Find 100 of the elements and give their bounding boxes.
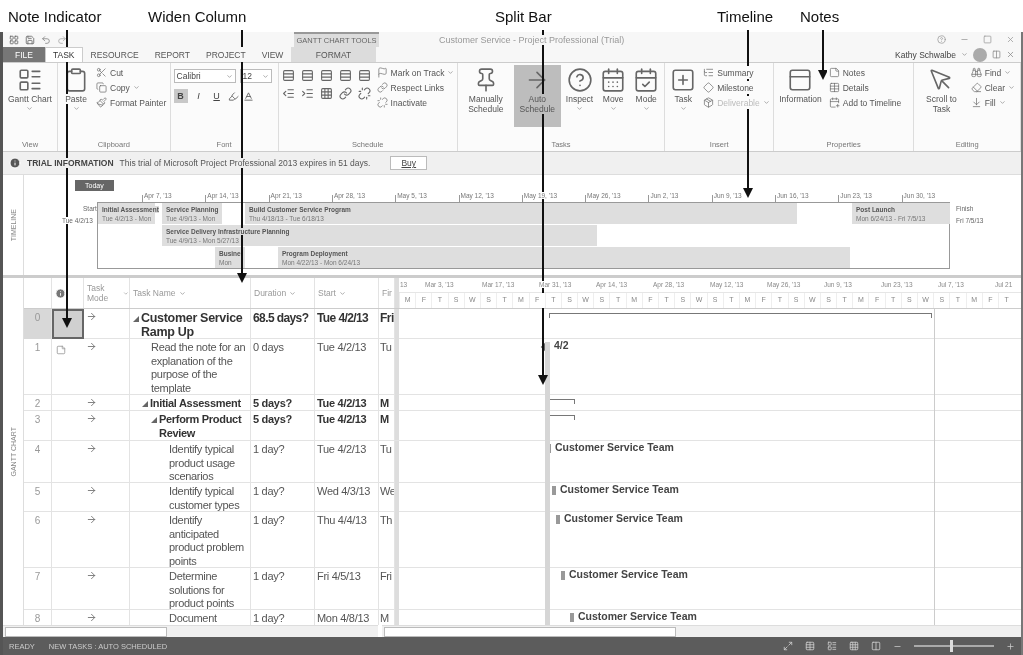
close-icon[interactable]	[1006, 50, 1015, 59]
font-name-field[interactable]: Calibri	[173, 69, 236, 83]
scroll-bar[interactable]	[382, 625, 1021, 637]
task-mode-icon	[86, 341, 97, 352]
callout-label: Split Bar	[495, 8, 552, 25]
duration-cell: 5 days?	[251, 395, 315, 411]
outline-toggle-icon[interactable]	[133, 316, 139, 322]
calendar-icon	[600, 67, 627, 93]
table-icon[interactable]	[805, 641, 815, 651]
task-bar	[561, 571, 565, 580]
caret-icon	[289, 289, 297, 297]
buy-button[interactable]: Buy	[390, 156, 428, 170]
progress-icon[interactable]	[357, 69, 371, 82]
paintbrush-icon	[96, 97, 107, 108]
task-mode-icon	[86, 612, 97, 623]
note-icon	[828, 67, 840, 78]
avatar[interactable]	[973, 47, 987, 62]
ribbon-tab[interactable]: FILE	[3, 47, 45, 62]
font-color-icon[interactable]	[242, 90, 254, 102]
task-name: Initial Assessment	[150, 397, 241, 411]
task-name: Identify anticipated product problem points	[169, 514, 245, 568]
fill-down-icon	[970, 97, 982, 108]
task-name: Identify typical product usage scenarios	[169, 443, 236, 484]
task-name: Perform Product Review	[159, 413, 243, 440]
note-icon[interactable]	[56, 345, 66, 355]
ribbon-button[interactable]: Clear	[968, 81, 1017, 94]
bar-label: Customer Service Team	[560, 483, 679, 495]
close-icon[interactable]	[1006, 35, 1015, 44]
app-icon	[9, 34, 19, 45]
calendar-icon	[633, 67, 660, 93]
outline-toggle-icon[interactable]	[151, 417, 157, 423]
callout-label: Notes	[800, 8, 840, 25]
caret-icon	[961, 51, 968, 58]
start-cell: Thu 4/4/13	[315, 512, 379, 568]
column-header[interactable]	[52, 278, 84, 308]
diamond-icon	[703, 82, 715, 93]
caret-icon	[123, 289, 129, 297]
view-icon[interactable]	[783, 641, 793, 651]
indicator-cell[interactable]	[52, 309, 84, 339]
task-name: Document	[169, 612, 217, 625]
scroll-bar[interactable]	[3, 625, 378, 637]
ribbon-button[interactable]: Add to Timeline	[826, 96, 904, 109]
start-cell: Fri 4/5/13	[315, 568, 379, 611]
bar-label: 4/2	[554, 339, 569, 351]
unlink-icon[interactable]	[357, 87, 371, 100]
view-icon[interactable]	[871, 641, 881, 651]
help-icon[interactable]	[937, 35, 946, 44]
duration-cell: 1 day?	[251, 441, 315, 484]
calendar-plus-icon	[828, 97, 840, 108]
caret-icon	[225, 72, 233, 80]
copy-icon	[96, 82, 107, 93]
link-icon	[376, 82, 388, 93]
progress-icon[interactable]	[300, 69, 314, 82]
format-toggle[interactable]: I	[191, 89, 206, 103]
task-mode-icon	[86, 397, 97, 408]
caret-icon	[178, 289, 186, 297]
progress-icon[interactable]	[281, 69, 295, 82]
task-name: Customer Service Ramp Up	[141, 311, 244, 339]
ribbon-button[interactable]: Format Painter	[94, 96, 169, 109]
task-mode-icon	[86, 514, 97, 525]
bar-label: Customer Service Team	[569, 568, 688, 580]
table-icon	[828, 82, 840, 93]
outdent-icon[interactable]	[281, 87, 295, 100]
scissors-icon	[96, 67, 107, 78]
grid-icon[interactable]	[319, 87, 333, 100]
trial-message: This trial of Microsoft Project Professional 2013 expires in 51 days.	[119, 158, 371, 168]
start-cell: Wed 4/3/13	[315, 483, 379, 512]
save-icon[interactable]	[25, 34, 35, 45]
ribbon-button[interactable]: Auto Schedule	[513, 65, 561, 127]
indicator-icon	[55, 287, 66, 299]
binoculars-icon	[970, 67, 982, 78]
panel-icon	[787, 67, 814, 93]
bar-label: Customer Service Team	[578, 610, 697, 622]
layout-icon	[16, 67, 43, 93]
format-toggle[interactable]: U	[209, 89, 224, 103]
restore-icon[interactable]	[992, 50, 1001, 59]
callout-arrow	[818, 30, 828, 80]
format-toggle[interactable]: B	[173, 89, 188, 103]
link-icon[interactable]	[338, 87, 352, 100]
font-size-field[interactable]: 12	[239, 69, 272, 83]
user-name[interactable]: Kathy Schwalbe	[895, 49, 956, 60]
progress-icon[interactable]	[338, 69, 352, 82]
task-mode-icon	[86, 311, 97, 322]
ribbon-tab[interactable]: FORMAT	[291, 47, 376, 62]
ribbon-tab[interactable]: TASK	[44, 47, 83, 62]
start-cell: Tue 4/2/13	[315, 411, 379, 440]
progress-icon[interactable]	[319, 69, 333, 82]
zoom-in-icon[interactable]	[1006, 641, 1015, 651]
eraser-icon	[970, 82, 982, 93]
undo-icon[interactable]	[41, 34, 51, 45]
callout-label: Note Indicator	[8, 8, 102, 25]
window-title: Customer Service - Project Professional (Trial)	[439, 34, 625, 45]
redo-icon[interactable]	[57, 34, 67, 45]
outline-toggle-icon[interactable]	[142, 401, 148, 407]
task-name: Read the note for an explanation of the purpose of the template	[151, 341, 247, 395]
callout-label: Widen Column	[148, 8, 247, 25]
indent-icon[interactable]	[300, 87, 314, 100]
info-icon	[9, 157, 21, 169]
task-bar	[570, 613, 574, 622]
view-icon[interactable]	[827, 641, 837, 651]
